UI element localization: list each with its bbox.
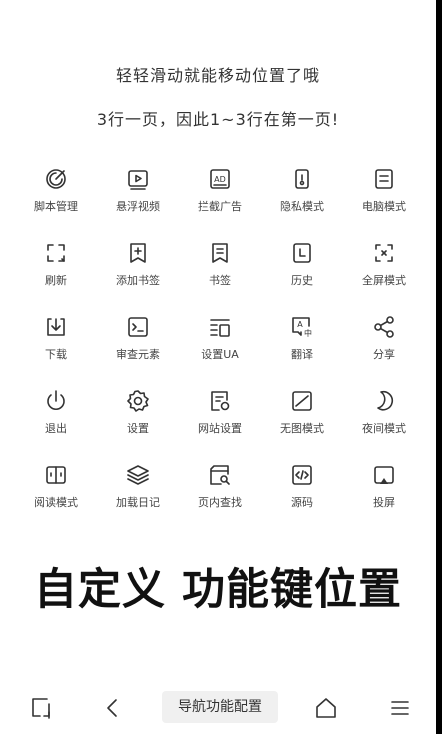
floating-video-icon <box>128 170 148 190</box>
share-icon <box>374 316 394 338</box>
ad-block-icon: AD <box>210 169 230 189</box>
function-label: 全屏模式 <box>362 274 406 287</box>
reader-mode-icon <box>46 466 66 484</box>
function-label: 电脑模式 <box>362 200 406 213</box>
menu-button[interactable] <box>386 694 414 722</box>
function-item-no-image[interactable]: 无图模式 <box>261 382 343 456</box>
function-label: 投屏 <box>373 496 395 509</box>
function-label: 悬浮视频 <box>116 200 160 213</box>
function-label: 添加书签 <box>116 274 160 287</box>
function-label: 脚本管理 <box>34 200 78 213</box>
svg-text:A: A <box>297 320 303 329</box>
tabs-button[interactable] <box>27 694 55 722</box>
function-label: 设置 <box>127 422 149 435</box>
function-item-site-settings[interactable]: 网站设置 <box>179 382 261 456</box>
function-item-bookmark[interactable]: 书签 <box>179 234 261 308</box>
script-icon <box>46 169 66 189</box>
screen: 轻轻滑动就能移动位置了哦 3行一页，因此1~3行在第一页! 脚本管理 悬浮视频 AD… <box>0 0 436 734</box>
banner-title: 自定义 功能键位置 <box>34 565 402 615</box>
home-button[interactable] <box>312 694 340 722</box>
site-settings-icon <box>211 391 230 411</box>
function-grid: 脚本管理 悬浮视频 AD 拦截广告 隐私模式 电脑模式刷新 添加书签 书签 历史 全屏模式下载 审查… <box>15 160 425 530</box>
function-item-history[interactable]: 历史 <box>261 234 343 308</box>
function-item-add-bookmark[interactable]: 添加书签 <box>97 234 179 308</box>
back-button[interactable] <box>98 694 126 722</box>
function-item-gear[interactable]: 设置 <box>97 382 179 456</box>
function-item-floating-video[interactable]: 悬浮视频 <box>97 160 179 234</box>
download-icon <box>47 318 65 336</box>
function-item-translate[interactable]: A 中翻译 <box>261 308 343 382</box>
fullscreen-icon <box>375 244 393 262</box>
function-item-find-in-page[interactable]: 页内查找 <box>179 456 261 530</box>
gear-icon <box>127 390 149 412</box>
function-label: 历史 <box>291 274 313 287</box>
function-label: 源码 <box>291 496 313 509</box>
function-label: 审查元素 <box>116 348 160 361</box>
find-in-page-icon <box>210 465 230 485</box>
function-label: 页内查找 <box>198 496 242 509</box>
function-item-user-agent[interactable]: 设置UA <box>179 308 261 382</box>
function-label: 阅读模式 <box>34 496 78 509</box>
layers-icon <box>127 465 149 485</box>
function-label: 隐私模式 <box>280 200 324 213</box>
source-code-icon <box>292 465 312 485</box>
function-item-reader-mode[interactable]: 阅读模式 <box>15 456 97 530</box>
function-item-fullscreen[interactable]: 全屏模式 <box>343 234 425 308</box>
back-icon <box>107 699 117 717</box>
function-label: 设置UA <box>201 348 239 361</box>
function-label: 无图模式 <box>280 422 324 435</box>
nav-config-button[interactable]: 导航功能配置 <box>162 691 278 723</box>
no-image-icon <box>292 391 312 411</box>
home-icon <box>316 698 336 718</box>
moon-icon <box>377 390 394 411</box>
menu-icon <box>391 701 409 715</box>
hint-line-1: 轻轻滑动就能移动位置了哦 <box>115 66 320 85</box>
function-item-ad-block[interactable]: AD 拦截广告 <box>179 160 261 234</box>
cast-icon <box>374 466 394 484</box>
function-item-layers[interactable]: 加载日记 <box>97 456 179 530</box>
function-label: 拦截广告 <box>198 200 242 213</box>
function-item-download[interactable]: 下载 <box>15 308 97 382</box>
function-label: 加载日记 <box>116 496 160 509</box>
power-icon <box>47 390 65 410</box>
privacy-icon <box>295 169 309 189</box>
inspect-element-icon <box>128 317 148 337</box>
function-item-privacy[interactable]: 隐私模式 <box>261 160 343 234</box>
function-item-moon[interactable]: 夜间模式 <box>343 382 425 456</box>
tabs-icon <box>32 698 50 719</box>
function-item-power[interactable]: 退出 <box>15 382 97 456</box>
refresh-icon <box>47 244 65 262</box>
hint-line-2: 3行一页，因此1~3行在第一页! <box>96 110 340 129</box>
function-label: 刷新 <box>45 274 67 287</box>
bottom-navbar: 导航功能配置 <box>0 686 436 730</box>
function-item-refresh[interactable]: 刷新 <box>15 234 97 308</box>
function-label: 翻译 <box>291 348 313 361</box>
function-item-share[interactable]: 分享 <box>343 308 425 382</box>
function-label: 夜间模式 <box>362 422 406 435</box>
svg-text:中: 中 <box>304 328 312 338</box>
function-label: 下载 <box>45 348 67 361</box>
bookmark-icon <box>212 243 228 263</box>
function-item-script[interactable]: 脚本管理 <box>15 160 97 234</box>
function-label: 网站设置 <box>198 422 242 435</box>
svg-text:AD: AD <box>214 175 226 184</box>
function-label: 分享 <box>373 348 395 361</box>
add-bookmark-icon <box>130 243 146 263</box>
desktop-mode-icon <box>375 169 393 189</box>
function-item-inspect-element[interactable]: 审查元素 <box>97 308 179 382</box>
user-agent-icon <box>210 319 230 337</box>
function-item-cast[interactable]: 投屏 <box>343 456 425 530</box>
function-item-desktop-mode[interactable]: 电脑模式 <box>343 160 425 234</box>
function-label: 书签 <box>209 274 231 287</box>
function-label: 退出 <box>45 422 67 435</box>
function-item-source-code[interactable]: 源码 <box>261 456 343 530</box>
translate-icon: A中 <box>292 317 312 338</box>
history-icon <box>293 243 311 263</box>
